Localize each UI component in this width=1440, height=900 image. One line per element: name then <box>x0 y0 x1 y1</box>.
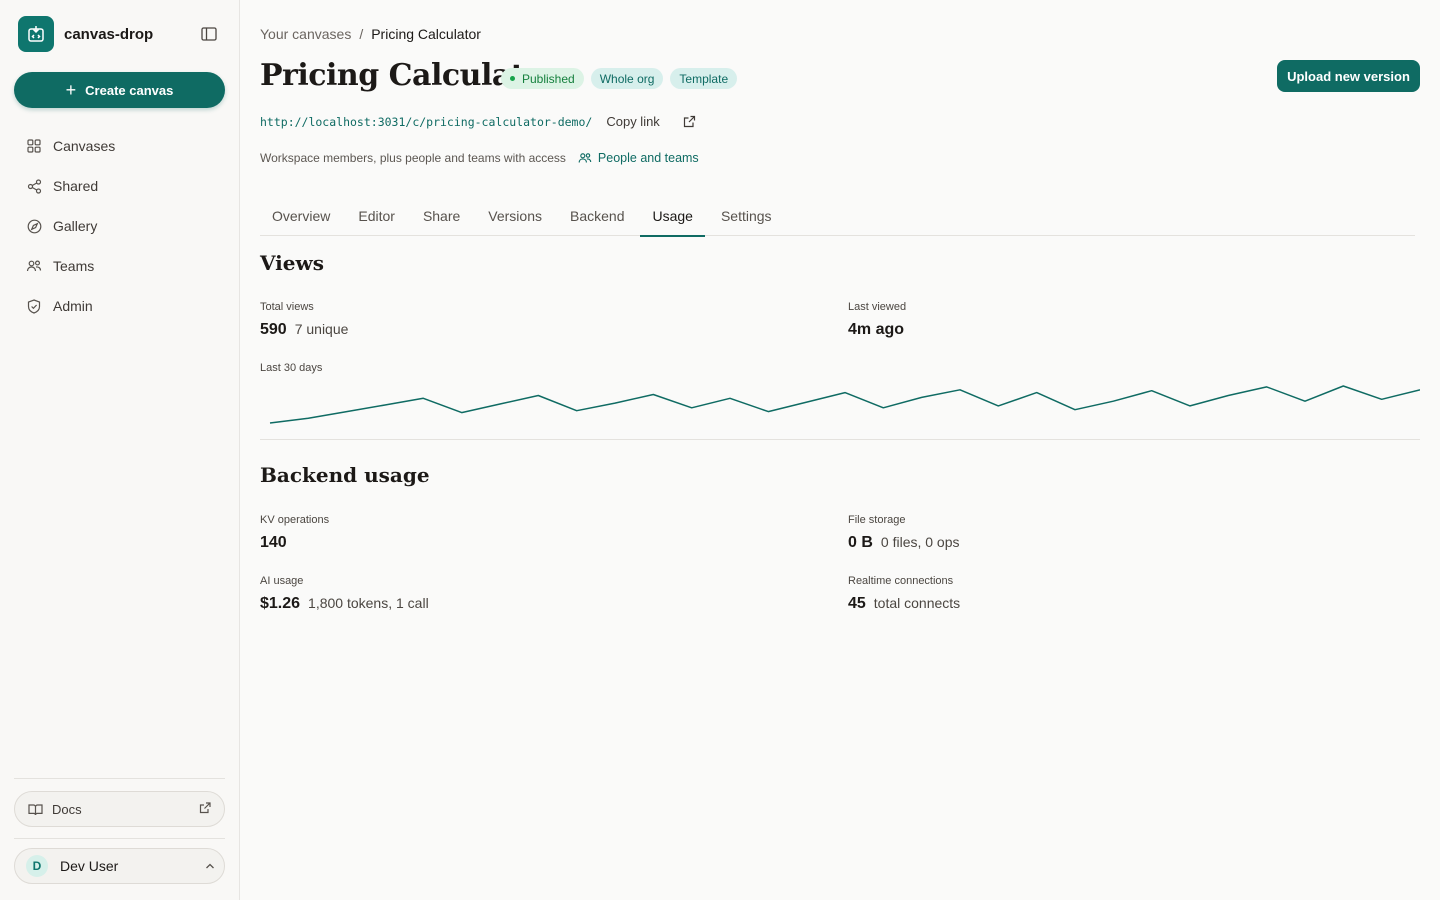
file-storage-detail: 0 files, 0 ops <box>880 534 960 550</box>
tab-usage[interactable]: Usage <box>640 196 706 237</box>
backend-usage-heading: Backend usage <box>260 463 430 487</box>
user-name: Dev User <box>60 858 119 874</box>
views-heading: Views <box>260 251 324 275</box>
total-views-label: Total views <box>260 301 314 313</box>
tab-backend[interactable]: Backend <box>558 196 636 236</box>
file-storage-value: 0 B <box>848 534 873 551</box>
upload-new-version-button[interactable]: Upload new version <box>1277 60 1420 92</box>
tab-overview[interactable]: Overview <box>260 196 342 236</box>
open-external-icon[interactable] <box>683 115 697 129</box>
sidebar-nav: Canvases Shared Gallery Teams Admin <box>14 128 225 328</box>
main-content: Your canvases / Pricing Calculator Prici… <box>240 0 1440 900</box>
brand[interactable]: canvas-drop <box>18 16 153 52</box>
tab-bar: Overview Editor Share Versions Backend U… <box>260 196 1415 237</box>
docs-label: Docs <box>52 801 82 817</box>
sidebar-item-label: Teams <box>53 258 95 274</box>
sidebar-item-admin[interactable]: Admin <box>14 288 225 324</box>
docs-button[interactable]: Docs <box>14 791 225 827</box>
tab-versions[interactable]: Versions <box>476 196 554 236</box>
sidebar-item-shared[interactable]: Shared <box>14 168 225 204</box>
sidebar-item-teams[interactable]: Teams <box>14 248 225 284</box>
canvas-link-row: http://localhost:3031/c/pricing-calculat… <box>260 114 697 129</box>
realtime-connections-value: 45 <box>848 595 866 612</box>
avatar: D <box>26 855 48 877</box>
plus-icon: + <box>65 80 77 100</box>
last-viewed-stat: Last viewed 4m ago <box>848 301 906 339</box>
external-link-icon <box>199 802 211 817</box>
share-icon <box>26 178 42 194</box>
tab-settings[interactable]: Settings <box>709 196 784 236</box>
breadcrumb-separator: / <box>359 26 364 42</box>
breadcrumb-parent-link[interactable]: Your canvases <box>260 26 351 42</box>
create-canvas-label: Create canvas <box>85 82 174 98</box>
user-menu-button[interactable]: D Dev User <box>14 848 225 884</box>
sidebar-toggle-icon <box>201 27 217 41</box>
canvas-url[interactable]: http://localhost:3031/c/pricing-calculat… <box>260 115 592 129</box>
sidebar: canvas-drop + Create canvas Canvases Sha… <box>0 0 240 900</box>
tab-editor[interactable]: Editor <box>346 196 407 236</box>
sidebar-item-label: Admin <box>53 298 93 314</box>
last-viewed-value: 4m ago <box>848 321 905 338</box>
sidebar-item-label: Gallery <box>53 218 98 234</box>
ai-usage-stat: AI usage $1.26 1,800 tokens, 1 call <box>260 575 429 613</box>
file-storage-stat: File storage 0 B 0 files, 0 ops <box>848 514 960 552</box>
file-storage-label: File storage <box>848 514 906 526</box>
access-row: Workspace members, plus people and teams… <box>260 151 699 165</box>
ai-usage-label: AI usage <box>260 575 304 587</box>
breadcrumb-current: Pricing Calculator <box>371 26 481 42</box>
realtime-connections-stat: Realtime connections 45 total connects <box>848 575 960 613</box>
sidebar-item-canvases[interactable]: Canvases <box>14 128 225 164</box>
sidebar-item-gallery[interactable]: Gallery <box>14 208 225 244</box>
realtime-connections-label: Realtime connections <box>848 575 954 587</box>
status-badges: Published Whole org Template <box>501 68 744 89</box>
scope-badge: Whole org <box>590 68 664 89</box>
published-badge-label: Published <box>522 71 575 86</box>
sidebar-item-label: Shared <box>53 178 99 194</box>
sidebar-divider <box>14 778 225 779</box>
users-icon <box>26 258 42 274</box>
brand-name: canvas-drop <box>64 25 154 43</box>
last-viewed-label: Last viewed <box>848 301 907 313</box>
breadcrumb: Your canvases / Pricing Calculator <box>260 26 481 42</box>
sparkline-series <box>269 385 1420 424</box>
views-sparkline <box>269 385 1420 424</box>
kv-operations-label: KV operations <box>260 514 330 526</box>
canvas-drop-logo-icon <box>18 16 54 52</box>
realtime-connections-detail: total connects <box>873 595 961 611</box>
status-dot-icon <box>510 76 515 81</box>
ai-usage-detail: 1,800 tokens, 1 call <box>308 595 429 611</box>
sidebar-divider <box>14 838 225 839</box>
sparkline-label: Last 30 days <box>260 362 323 374</box>
published-badge: Published <box>501 68 584 89</box>
sidebar-item-label: Canvases <box>53 138 116 154</box>
compass-icon <box>26 218 42 234</box>
ai-usage-value: $1.26 <box>260 595 301 612</box>
grid-icon <box>26 138 42 154</box>
kv-operations-stat: KV operations 140 <box>260 514 329 552</box>
template-badge: Template <box>670 68 738 89</box>
create-canvas-button[interactable]: + Create canvas <box>14 72 225 108</box>
shield-icon <box>26 298 42 314</box>
copy-link-button[interactable]: Copy link <box>606 114 659 129</box>
total-views-stat: Total views 590 7 unique <box>260 301 348 339</box>
people-and-teams-link[interactable]: People and teams <box>578 151 699 165</box>
total-views-value: 590 <box>260 321 287 338</box>
book-icon <box>28 803 43 816</box>
access-description: Workspace members, plus people and teams… <box>260 151 566 165</box>
collapse-sidebar-button[interactable] <box>198 24 220 44</box>
section-divider <box>260 439 1420 440</box>
unique-views-value: 7 unique <box>294 321 349 337</box>
people-and-teams-label: People and teams <box>597 151 699 165</box>
chevron-up-icon <box>204 859 216 875</box>
kv-operations-value: 140 <box>260 534 287 551</box>
users-icon <box>578 152 592 164</box>
tab-share[interactable]: Share <box>411 196 472 236</box>
